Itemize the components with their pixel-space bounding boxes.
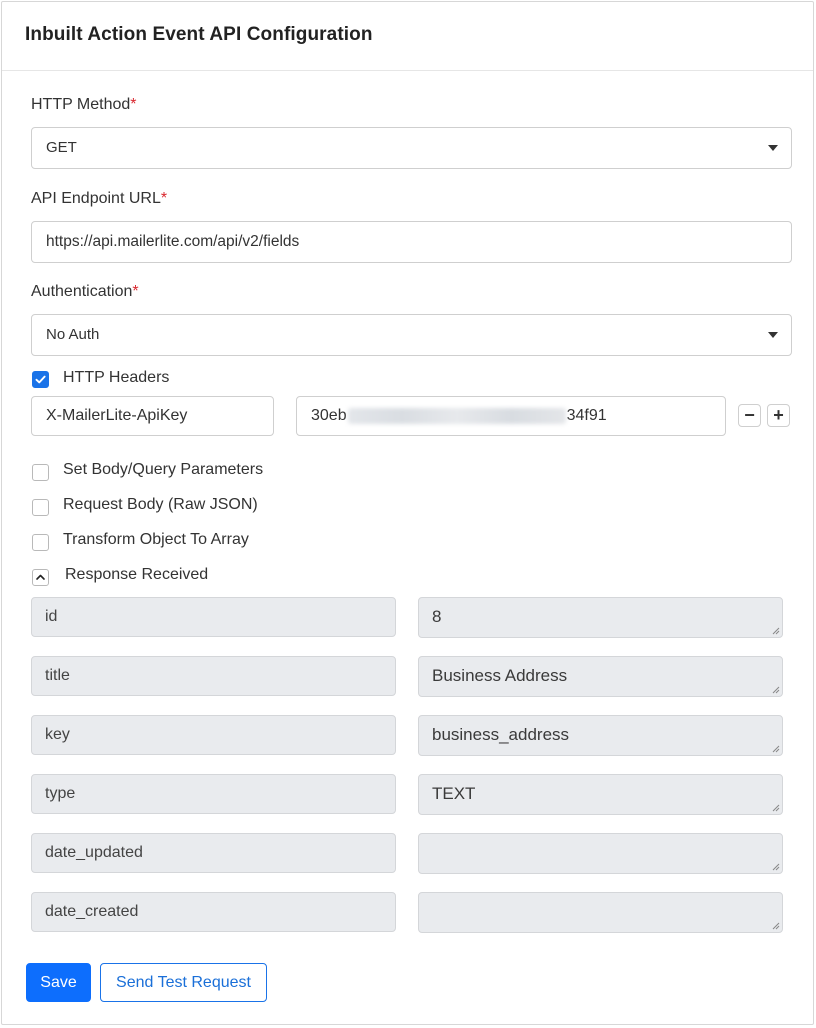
authentication-select[interactable]: No Auth (31, 314, 792, 356)
endpoint-label-text: API Endpoint URL (31, 190, 161, 207)
authentication-label: Authentication* (31, 283, 139, 301)
checkmark-icon (35, 375, 46, 384)
response-value-field[interactable] (418, 833, 783, 874)
authentication-label-text: Authentication (31, 283, 133, 300)
response-value-field[interactable]: Business Address (418, 656, 783, 697)
response-key: title (45, 667, 70, 684)
resize-grip-icon[interactable] (772, 922, 780, 930)
response-value-field[interactable] (418, 892, 783, 933)
plus-icon: + (773, 405, 784, 425)
transform-object-label: Transform Object To Array (63, 531, 249, 548)
chevron-down-icon (768, 332, 778, 338)
raw-json-body-label: Request Body (Raw JSON) (63, 496, 258, 513)
response-value: Business Address (432, 666, 568, 685)
resize-grip-icon[interactable] (772, 627, 780, 635)
http-method-label-text: HTTP Method (31, 96, 131, 113)
resize-grip-icon[interactable] (772, 863, 780, 871)
required-mark: * (160, 190, 168, 207)
response-value-field[interactable]: business_address (418, 715, 783, 756)
required-mark: * (132, 283, 139, 300)
resize-grip-icon[interactable] (772, 804, 780, 812)
response-value: business_address (432, 725, 570, 744)
minus-icon: − (744, 405, 755, 425)
header-key-input[interactable]: X-MailerLite-ApiKey (31, 396, 274, 436)
panel-title: Inbuilt Action Event API Configuration (25, 24, 373, 45)
header-value-suffix: 34f91 (566, 407, 607, 424)
body-query-params-label: Set Body/Query Parameters (63, 461, 264, 478)
add-header-button[interactable]: + (767, 404, 790, 427)
response-key: id (45, 608, 58, 625)
response-key-field: type (31, 774, 396, 814)
response-key-field: date_updated (31, 833, 396, 873)
response-key-field: key (31, 715, 396, 755)
remove-header-button[interactable]: − (738, 404, 761, 427)
response-key-field: title (31, 656, 396, 696)
response-key-field: date_created (31, 892, 396, 932)
redacted-blur (347, 407, 566, 424)
response-key: key (45, 726, 70, 743)
response-received-label: Response Received (65, 566, 209, 583)
response-key: type (45, 785, 76, 802)
config-panel: Inbuilt Action Event API Configuration H… (1, 1, 814, 1025)
body-query-params-checkbox[interactable] (32, 464, 49, 481)
chevron-up-icon (36, 574, 45, 580)
chevron-down-icon (768, 145, 778, 151)
endpoint-label: API Endpoint URL* (31, 190, 167, 208)
response-value-field[interactable]: 8 (418, 597, 783, 638)
panel-header: Inbuilt Action Event API Configuration (2, 2, 813, 71)
endpoint-url-value: https://api.mailerlite.com/api/v2/fields (46, 233, 300, 250)
header-key-value: X-MailerLite-ApiKey (46, 407, 188, 424)
response-value: TEXT (432, 784, 476, 803)
send-test-request-button[interactable]: Send Test Request (100, 963, 267, 1002)
save-button[interactable]: Save (26, 963, 91, 1002)
resize-grip-icon[interactable] (772, 745, 780, 753)
authentication-value: No Auth (46, 326, 100, 343)
response-value: 8 (432, 607, 442, 626)
http-method-value: GET (46, 139, 77, 156)
endpoint-url-input[interactable]: https://api.mailerlite.com/api/v2/fields (31, 221, 792, 263)
header-value-prefix: 30eb (311, 407, 347, 424)
response-value-field[interactable]: TEXT (418, 774, 783, 815)
required-mark: * (130, 96, 137, 113)
header-value-input[interactable]: 30eb 34f91 (296, 396, 726, 436)
response-collapse-toggle[interactable] (32, 569, 49, 586)
transform-object-checkbox[interactable] (32, 534, 49, 551)
response-key: date_updated (45, 844, 143, 861)
http-method-label: HTTP Method* (31, 96, 137, 114)
http-method-select[interactable]: GET (31, 127, 792, 169)
resize-grip-icon[interactable] (772, 686, 780, 694)
response-key: date_created (45, 903, 139, 920)
http-headers-checkbox[interactable] (32, 371, 49, 388)
raw-json-body-checkbox[interactable] (32, 499, 49, 516)
response-key-field: id (31, 597, 396, 637)
http-headers-label: HTTP Headers (63, 369, 170, 386)
